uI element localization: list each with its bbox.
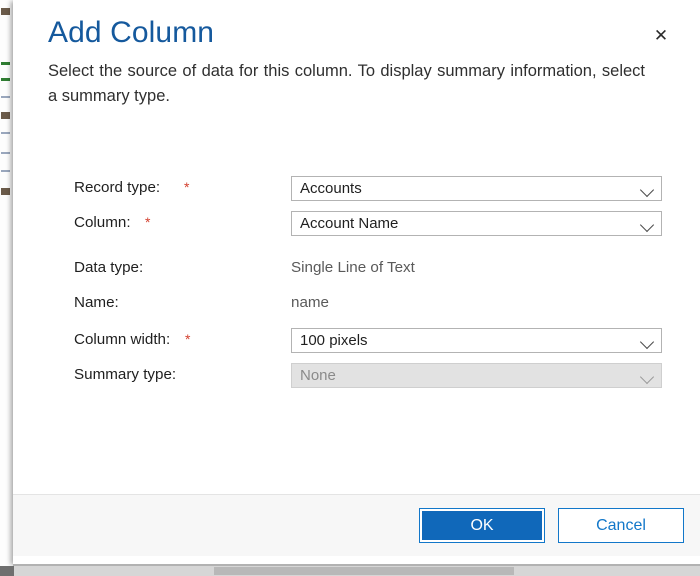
dropdown-summary-type-value: None [300, 367, 336, 384]
form-row-column: Column: * Account Name [13, 211, 700, 236]
dialog-header: Add Column ✕ Select the source of data f… [13, 0, 700, 109]
dialog-body: Record type: * Accounts Column: * Accoun… [13, 109, 700, 455]
label-data-type: Data type: [74, 259, 144, 276]
background-decoration [1, 112, 10, 119]
background-decoration [1, 8, 10, 15]
background-decoration [1, 188, 10, 195]
form-row-column-width: Column width: * 100 pixels [13, 328, 700, 353]
required-indicator: * [145, 214, 151, 230]
horizontal-scrollbar[interactable] [14, 566, 700, 576]
form-row-record-type: Record type: * Accounts [13, 176, 700, 201]
dropdown-column[interactable]: Account Name [291, 211, 662, 236]
background-decoration [1, 170, 10, 172]
value-data-type: Single Line of Text [291, 259, 415, 276]
value-name: name [291, 294, 329, 311]
dropdown-column-value: Account Name [300, 215, 399, 232]
close-icon[interactable]: ✕ [648, 22, 674, 48]
form-row-data-type: Data type: Single Line of Text [13, 257, 700, 279]
label-name: Name: [74, 294, 119, 311]
required-indicator: * [184, 179, 190, 195]
horizontal-scrollbar-thumb[interactable] [214, 567, 514, 575]
chevron-down-icon [637, 212, 659, 235]
background-app-sliver [0, 0, 11, 566]
label-column: Column: [74, 214, 131, 231]
ok-button[interactable]: OK [419, 508, 545, 543]
app-backdrop: Add Column ✕ Select the source of data f… [0, 0, 700, 576]
page-title: Add Column [48, 16, 215, 49]
chevron-down-icon [637, 177, 659, 200]
label-column-width: Column width: [74, 331, 171, 348]
add-column-dialog: Add Column ✕ Select the source of data f… [13, 0, 700, 566]
cancel-button[interactable]: Cancel [558, 508, 684, 543]
dialog-footer: OK Cancel [13, 494, 700, 556]
dropdown-record-type-value: Accounts [300, 180, 362, 197]
ok-button-label: OK [422, 511, 542, 540]
form-row-summary-type: Summary type: None [13, 363, 700, 388]
background-decoration [1, 132, 10, 134]
background-decoration [1, 152, 10, 154]
label-summary-type: Summary type: [74, 366, 177, 383]
chevron-down-icon [637, 364, 659, 387]
dropdown-summary-type: None [291, 363, 662, 388]
dropdown-column-width[interactable]: 100 pixels [291, 328, 662, 353]
background-decoration [1, 62, 10, 65]
dialog-description: Select the source of data for this colum… [48, 62, 645, 105]
label-record-type: Record type: [74, 179, 161, 196]
required-indicator: * [185, 331, 191, 347]
form-row-name: Name: name [13, 292, 700, 314]
background-decoration [1, 96, 10, 98]
dropdown-record-type[interactable]: Accounts [291, 176, 662, 201]
dropdown-column-width-value: 100 pixels [300, 332, 368, 349]
chevron-down-icon [637, 329, 659, 352]
background-decoration [1, 78, 10, 81]
